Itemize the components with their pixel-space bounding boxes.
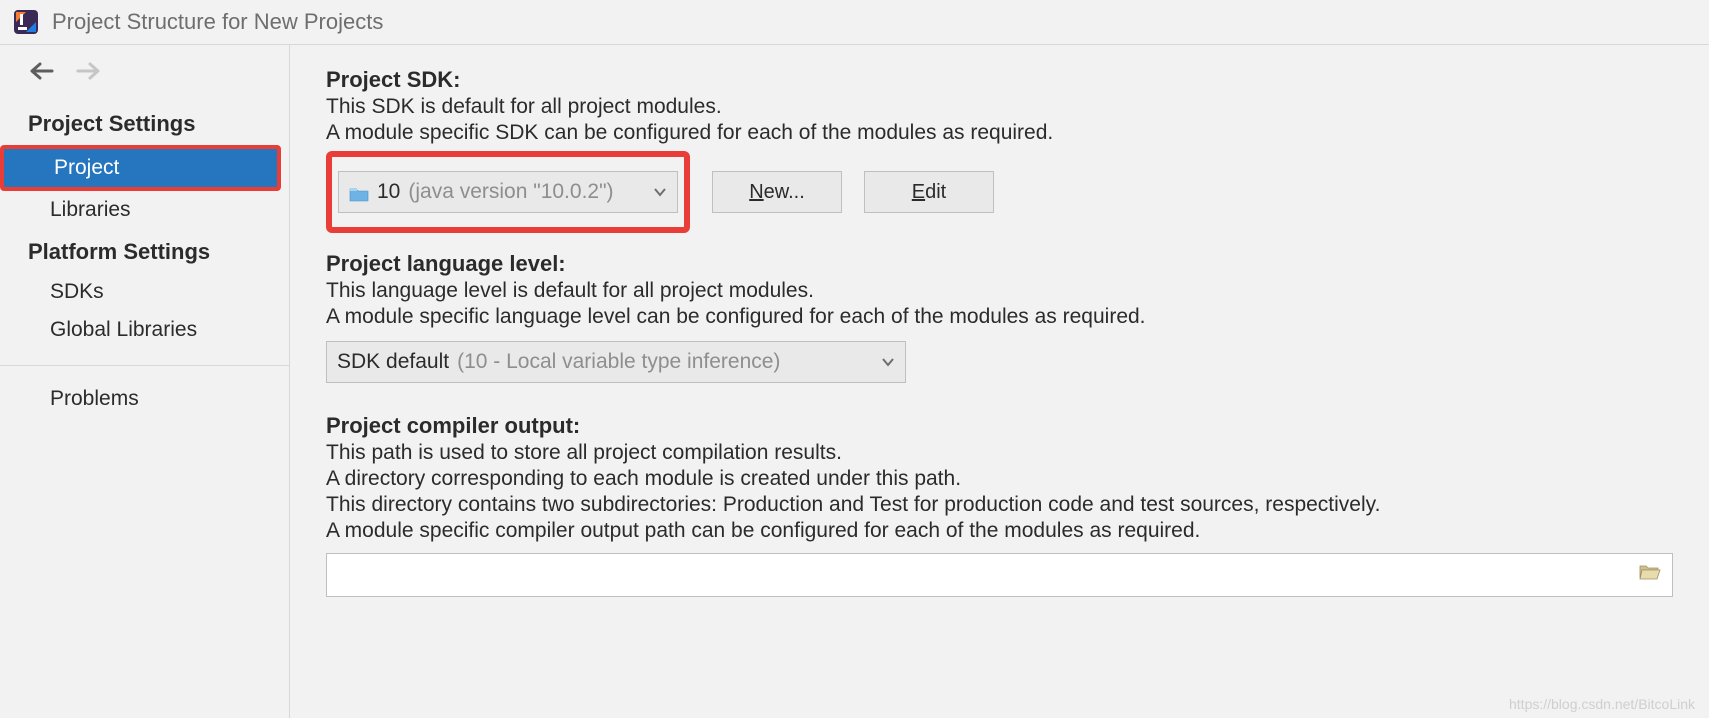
sidebar-divider bbox=[0, 365, 289, 366]
compiler-output-desc2: A directory corresponding to each module… bbox=[326, 467, 1673, 491]
sidebar-item-global-libraries[interactable]: Global Libraries bbox=[0, 311, 289, 349]
chevron-down-icon bbox=[653, 184, 667, 200]
forward-icon[interactable] bbox=[76, 61, 102, 87]
new-sdk-button[interactable]: New... bbox=[712, 171, 842, 213]
watermark-text: https://blog.csdn.net/BitcoLink bbox=[1509, 696, 1695, 712]
compiler-output-label: Project compiler output: bbox=[326, 413, 1673, 439]
highlight-box-project: Project bbox=[0, 145, 281, 191]
language-level-desc2: A module specific language level can be … bbox=[326, 305, 1673, 329]
intellij-icon bbox=[12, 8, 40, 36]
compiler-output-row bbox=[326, 553, 1673, 597]
chevron-down-icon bbox=[881, 354, 895, 370]
content-panel: Project SDK: This SDK is default for all… bbox=[290, 45, 1709, 718]
sidebar-item-sdks[interactable]: SDKs bbox=[0, 273, 289, 311]
project-sdk-value-main: 10 bbox=[377, 180, 400, 204]
compiler-output-input[interactable] bbox=[326, 553, 1673, 597]
language-level-label: Project language level: bbox=[326, 251, 1673, 277]
language-level-desc1: This language level is default for all p… bbox=[326, 279, 1673, 303]
language-level-combo[interactable]: SDK default (10 - Local variable type in… bbox=[326, 341, 906, 383]
new-btn-label: ew... bbox=[764, 181, 805, 203]
folder-open-icon[interactable] bbox=[1638, 563, 1662, 587]
sidebar: Project Settings Project Libraries Platf… bbox=[0, 45, 290, 718]
project-sdk-combo[interactable]: 10 (java version "10.0.2") bbox=[338, 171, 678, 213]
compiler-output-desc1: This path is used to store all project c… bbox=[326, 441, 1673, 465]
main-wrap: Project Settings Project Libraries Platf… bbox=[0, 45, 1709, 718]
project-sdk-row: 10 (java version "10.0.2") New... Edit bbox=[326, 151, 1673, 233]
window-title: Project Structure for New Projects bbox=[52, 9, 383, 35]
compiler-output-desc3: This directory contains two subdirectori… bbox=[326, 493, 1673, 517]
project-sdk-label: Project SDK: bbox=[326, 67, 1673, 93]
nav-history-buttons bbox=[0, 51, 289, 101]
back-icon[interactable] bbox=[28, 61, 54, 87]
sidebar-item-libraries[interactable]: Libraries bbox=[0, 191, 289, 229]
sidebar-item-project[interactable]: Project bbox=[4, 149, 277, 187]
edit-sdk-button[interactable]: Edit bbox=[864, 171, 994, 213]
title-bar: Project Structure for New Projects bbox=[0, 0, 1709, 45]
project-sdk-desc1: This SDK is default for all project modu… bbox=[326, 95, 1673, 119]
jdk-folder-icon bbox=[349, 184, 369, 200]
compiler-output-desc4: A module specific compiler output path c… bbox=[326, 519, 1673, 543]
sidebar-section-project-settings: Project Settings bbox=[0, 101, 289, 145]
highlight-box-sdk: 10 (java version "10.0.2") bbox=[326, 151, 690, 233]
edit-btn-label: dit bbox=[925, 181, 946, 203]
project-sdk-value-sub: (java version "10.0.2") bbox=[408, 180, 613, 204]
project-sdk-desc2: A module specific SDK can be configured … bbox=[326, 121, 1673, 145]
sidebar-item-problems[interactable]: Problems bbox=[0, 380, 289, 418]
sidebar-section-platform-settings: Platform Settings bbox=[0, 229, 289, 273]
language-level-value-sub: (10 - Local variable type inference) bbox=[457, 350, 780, 374]
language-level-value-main: SDK default bbox=[337, 350, 449, 374]
